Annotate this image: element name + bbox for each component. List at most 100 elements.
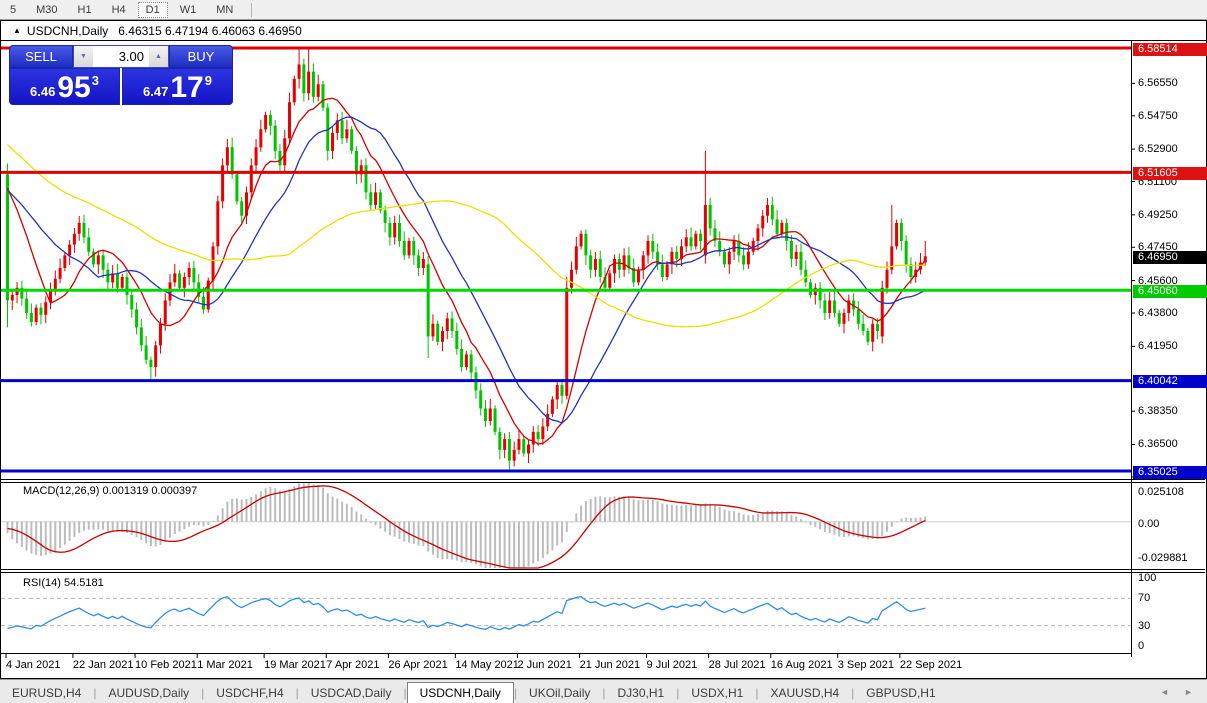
- timeframe-button-h4[interactable]: H4: [104, 2, 134, 18]
- candle-body: [441, 331, 444, 342]
- timeframe-button-mn[interactable]: MN: [208, 2, 241, 18]
- chart-plot-area[interactable]: [1, 21, 1206, 678]
- macd-histogram-bar: [54, 522, 56, 551]
- ask-price-button[interactable]: 6.47 17 9: [122, 68, 233, 105]
- candle-body: [647, 241, 650, 255]
- date-axis-label: 14 May 2021: [455, 659, 519, 671]
- macd-histogram-bar: [93, 522, 95, 530]
- buy-button[interactable]: BUY: [169, 45, 233, 68]
- date-axis-label: 21 Jun 2021: [580, 659, 641, 671]
- timeframe-button-d1[interactable]: D1: [138, 2, 168, 18]
- tab-usdcad-daily[interactable]: USDCAD,Daily: [299, 683, 404, 703]
- candle-body: [584, 234, 587, 256]
- candle-body: [78, 223, 81, 234]
- macd-histogram-bar: [465, 522, 467, 562]
- macd-histogram-bar: [365, 519, 367, 522]
- macd-histogram-bar: [671, 505, 673, 522]
- volume-decrease-icon[interactable]: ▼: [74, 46, 93, 67]
- macd-histogram-bar: [633, 499, 635, 521]
- candle-body: [264, 115, 267, 129]
- timeframe-toolbar: 5M30 H1H4D1W1MN: [0, 0, 1207, 20]
- date-axis-label: 22 Sep 2021: [900, 659, 962, 671]
- candle-body: [35, 308, 38, 322]
- macd-histogram-bar: [580, 506, 582, 522]
- scroll-left-icon[interactable]: ◄: [1160, 687, 1169, 697]
- macd-axis-label: 0.025108: [1138, 486, 1184, 498]
- tab-eurusd-h4[interactable]: EURUSD,H4: [0, 683, 93, 703]
- macd-histogram-bar: [824, 522, 826, 532]
- macd-histogram-bar: [661, 503, 663, 521]
- macd-histogram-bar: [312, 484, 314, 521]
- candle-body: [412, 241, 415, 255]
- tab-audusd-daily[interactable]: AUDUSD,Daily: [96, 683, 201, 703]
- candle-body: [82, 223, 85, 237]
- macd-histogram-bar: [73, 522, 75, 537]
- timeframe-button-m30[interactable]: M30: [28, 2, 65, 18]
- macd-histogram-bar: [666, 505, 668, 522]
- macd-histogram-bar: [685, 505, 687, 522]
- macd-histogram-bar: [236, 498, 238, 521]
- timeframe-button-h1[interactable]: H1: [70, 2, 100, 18]
- macd-histogram-bar: [207, 522, 209, 525]
- ask-big-digits: 17: [170, 74, 203, 102]
- candle-body: [121, 277, 124, 288]
- macd-histogram-bar: [375, 522, 377, 526]
- candle-body: [895, 223, 898, 246]
- macd-histogram-bar: [21, 522, 23, 547]
- tab-usdx-h1[interactable]: USDX,H1: [679, 683, 755, 703]
- bid-price-button[interactable]: 6.46 95 3: [9, 68, 120, 105]
- macd-histogram-bar: [78, 522, 80, 533]
- macd-histogram-bar: [642, 500, 644, 522]
- candle-body: [73, 234, 76, 245]
- candle-body: [183, 277, 186, 288]
- tab-ukoil-daily[interactable]: UKOil,Daily: [517, 683, 602, 703]
- candle-body: [331, 133, 334, 151]
- chart-ohlc-values: 6.46315 6.47194 6.46063 6.46950: [118, 24, 302, 38]
- volume-input[interactable]: [93, 46, 149, 67]
- candle-body: [799, 252, 802, 270]
- macd-histogram-bar: [528, 522, 530, 567]
- timeframe-button-w1[interactable]: W1: [172, 2, 205, 18]
- collapse-panel-icon[interactable]: ▲: [13, 26, 21, 35]
- candle-body: [809, 282, 812, 295]
- candle-body: [427, 264, 430, 336]
- candle-body: [522, 439, 525, 453]
- candle-body: [388, 223, 391, 237]
- candle-body: [446, 318, 449, 331]
- tab-usdcnh-daily[interactable]: USDCNH,Daily: [407, 682, 514, 703]
- macd-histogram-bar: [336, 499, 338, 522]
- sell-button[interactable]: SELL: [9, 45, 73, 68]
- macd-histogram-bar: [819, 522, 821, 530]
- candle-body: [862, 324, 865, 331]
- volume-increase-icon[interactable]: ▲: [149, 46, 168, 67]
- timeframe-button-5[interactable]: 5: [2, 2, 24, 18]
- tab-xauusd-h4[interactable]: XAUUSD,H4: [758, 683, 851, 703]
- candle-body: [240, 201, 243, 215]
- candle-body: [503, 439, 506, 450]
- tab-usdchf-h4[interactable]: USDCHF,H4: [204, 683, 295, 703]
- macd-histogram-bar: [518, 522, 520, 568]
- macd-histogram-bar: [733, 511, 735, 521]
- scroll-right-icon[interactable]: ►: [1184, 687, 1193, 697]
- date-axis-label: 19 Mar 2021: [264, 659, 326, 671]
- candle-body: [694, 234, 697, 247]
- macd-histogram-bar: [284, 491, 286, 522]
- price-badge: 6.35025: [1133, 466, 1207, 479]
- ask-prefix: 6.47: [143, 84, 168, 99]
- candle-body: [733, 241, 736, 252]
- macd-histogram-bar: [680, 505, 682, 521]
- date-axis-label: 22 Jan 2021: [73, 659, 134, 671]
- tab-dj30-h1[interactable]: DJ30,H1: [606, 683, 677, 703]
- macd-histogram-bar: [757, 514, 759, 522]
- macd-histogram-bar: [609, 497, 611, 522]
- mt4-application: 5M30 H1H4D1W1MN ▲ USDCNH,Daily 6.46315 6.…: [0, 0, 1207, 703]
- date-axis-label: 28 Jul 2021: [709, 659, 766, 671]
- macd-histogram-bar: [652, 500, 654, 522]
- candle-body: [723, 252, 726, 265]
- macd-histogram-bar: [40, 522, 42, 556]
- tab-gbpusd-h1[interactable]: GBPUSD,H1: [854, 683, 947, 703]
- candle-body: [212, 246, 215, 280]
- candle-body: [804, 270, 807, 283]
- candle-body: [537, 432, 540, 439]
- macd-histogram-bar: [265, 488, 267, 521]
